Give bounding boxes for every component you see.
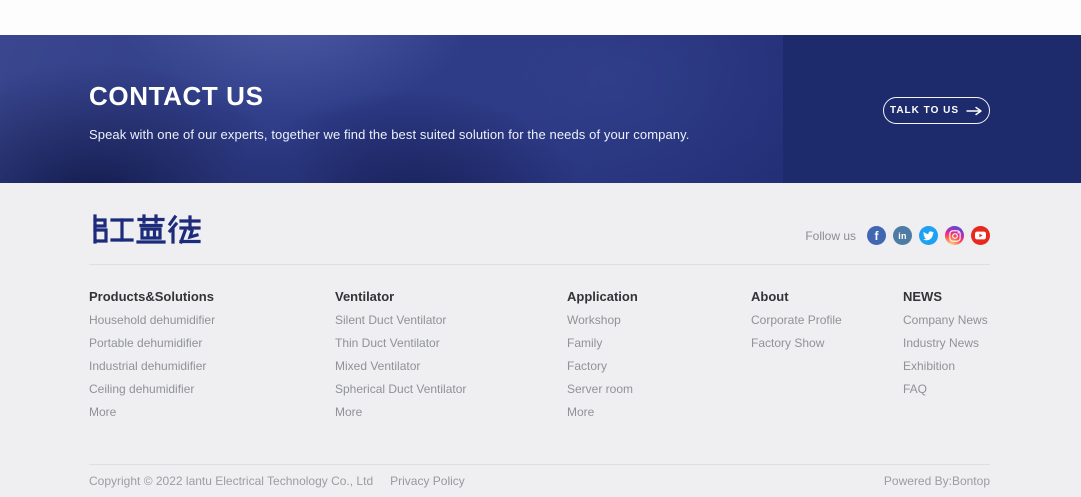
facebook-icon[interactable]: f: [867, 226, 886, 245]
site-footer: BT蓝徒 Follow us f in: [0, 183, 1081, 497]
footer-inner: BT蓝徒 Follow us f in: [89, 183, 990, 497]
follow-us-label: Follow us: [805, 229, 856, 243]
footer-column-application: Application Workshop Family Factory Serv…: [567, 289, 638, 420]
footer-column-about: About Corporate Profile Factory Show: [751, 289, 842, 351]
footer-link[interactable]: Exhibition: [903, 359, 988, 374]
footer-link[interactable]: More: [567, 405, 638, 420]
linkedin-icon[interactable]: in: [893, 226, 912, 245]
column-heading[interactable]: NEWS: [903, 289, 988, 305]
facebook-glyph: f: [875, 229, 879, 243]
footer-link[interactable]: Family: [567, 336, 638, 351]
powered-by-link[interactable]: Powered By:Bontop: [884, 474, 990, 488]
footer-link[interactable]: Industry News: [903, 336, 988, 351]
footer-link[interactable]: Spherical Duct Ventilator: [335, 382, 466, 397]
lantu-logo-mark: [89, 213, 201, 245]
banner-content: CONTACT US Speak with one of our experts…: [89, 35, 689, 142]
footer-link[interactable]: Factory: [567, 359, 638, 374]
talk-to-us-label: TALK TO US: [890, 105, 959, 116]
footer-link[interactable]: More: [89, 405, 215, 420]
contact-banner: CONTACT US Speak with one of our experts…: [0, 35, 1081, 183]
footer-link[interactable]: Mixed Ventilator: [335, 359, 466, 374]
linkedin-glyph: in: [898, 231, 906, 241]
copyright-text: Copyright © 2022 lantu Electrical Techno…: [89, 474, 373, 488]
footer-link[interactable]: Silent Duct Ventilator: [335, 313, 466, 328]
footer-link[interactable]: Industrial dehumidifier: [89, 359, 215, 374]
footer-link[interactable]: More: [335, 405, 466, 420]
footer-link[interactable]: Workshop: [567, 313, 638, 328]
footer-link[interactable]: Thin Duct Ventilator: [335, 336, 466, 351]
footer-column-news: NEWS Company News Industry News Exhibiti…: [903, 289, 988, 397]
youtube-play-icon[interactable]: [971, 226, 990, 245]
arrow-right-icon: [966, 106, 983, 116]
footer-link[interactable]: Company News: [903, 313, 988, 328]
twitter-bird-icon[interactable]: [919, 226, 938, 245]
column-heading[interactable]: Application: [567, 289, 638, 305]
column-heading[interactable]: About: [751, 289, 842, 305]
footer-link[interactable]: Household dehumidifier: [89, 313, 215, 328]
column-heading[interactable]: Ventilator: [335, 289, 466, 305]
privacy-policy-link[interactable]: Privacy Policy: [390, 474, 465, 488]
footer-divider-bottom: [89, 464, 990, 465]
footer-link[interactable]: Server room: [567, 382, 638, 397]
footer-link[interactable]: Factory Show: [751, 336, 842, 351]
banner-subtitle: Speak with one of our experts, together …: [89, 112, 689, 142]
page: CONTACT US Speak with one of our experts…: [0, 0, 1081, 497]
column-heading[interactable]: Products&Solutions: [89, 289, 215, 305]
social-row: Follow us f in: [805, 226, 990, 245]
footer-link[interactable]: Ceiling dehumidifier: [89, 382, 215, 397]
footer-link[interactable]: FAQ: [903, 382, 988, 397]
banner-title: CONTACT US: [89, 35, 689, 112]
footer-column-products: Products&Solutions Household dehumidifie…: [89, 289, 215, 420]
footer-link[interactable]: Portable dehumidifier: [89, 336, 215, 351]
footer-link[interactable]: Corporate Profile: [751, 313, 842, 328]
instagram-camera-icon[interactable]: [945, 226, 964, 245]
bottom-bar: Copyright © 2022 lantu Electrical Techno…: [89, 474, 990, 488]
lantu-logo[interactable]: BT蓝徒: [89, 213, 201, 245]
talk-to-us-button[interactable]: TALK TO US: [883, 97, 990, 124]
footer-column-ventilator: Ventilator Silent Duct Ventilator Thin D…: [335, 289, 466, 420]
top-strip: [0, 0, 1081, 35]
footer-divider-top: [89, 264, 990, 265]
